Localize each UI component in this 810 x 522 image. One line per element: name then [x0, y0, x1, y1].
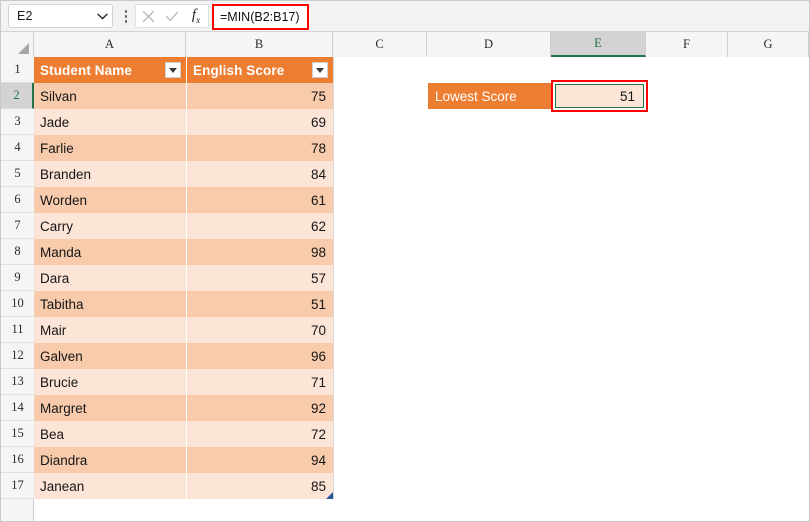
cell-b4[interactable]: 78 — [187, 135, 333, 161]
row-header-17[interactable]: 17 — [1, 473, 34, 499]
cell-a10[interactable]: Tabitha — [34, 291, 186, 317]
table-column-separator — [186, 83, 187, 499]
table-header-student-name: Student Name — [34, 57, 186, 83]
row-header-2[interactable]: 2 — [1, 83, 34, 109]
column-header-b[interactable]: B — [186, 32, 333, 57]
cell-a3[interactable]: Jade — [34, 109, 186, 135]
cell-a17[interactable]: Janean — [34, 473, 186, 499]
column-header-e[interactable]: E — [551, 32, 646, 57]
row-header-5[interactable]: 5 — [1, 161, 34, 187]
cell-b17[interactable]: 85 — [187, 473, 333, 499]
column-header-g[interactable]: G — [728, 32, 809, 57]
row-header-11[interactable]: 11 — [1, 317, 34, 343]
cell-a5[interactable]: Branden — [34, 161, 186, 187]
row-header-6[interactable]: 6 — [1, 187, 34, 213]
cell-a6[interactable]: Worden — [34, 187, 186, 213]
row-header-12[interactable]: 12 — [1, 343, 34, 369]
cell-b2[interactable]: 75 — [187, 83, 333, 109]
kebab-dot — [124, 15, 128, 18]
formula-bar-buttons: fx — [135, 4, 209, 28]
corner-triangle — [18, 43, 29, 54]
filter-arrow — [316, 67, 324, 73]
cell-b5[interactable]: 84 — [187, 161, 333, 187]
cell-a11[interactable]: Mair — [34, 317, 186, 343]
chevron-down-icon[interactable] — [92, 5, 112, 27]
row-header-13[interactable]: 13 — [1, 369, 34, 395]
row-header-8[interactable]: 8 — [1, 239, 34, 265]
lowest-score-label[interactable]: Lowest Score — [428, 83, 551, 109]
row-header-16[interactable]: 16 — [1, 447, 34, 473]
cell-b3[interactable]: 69 — [187, 109, 333, 135]
cell-a12[interactable]: Galven — [34, 343, 186, 369]
cell-b7[interactable]: 62 — [187, 213, 333, 239]
cell-a8[interactable]: Manda — [34, 239, 186, 265]
cell-e2-result[interactable]: 51 — [555, 84, 644, 108]
insert-function-fx-icon[interactable]: fx — [184, 5, 208, 27]
cell-b10[interactable]: 51 — [187, 291, 333, 317]
formula-input[interactable]: =MIN(B2:B17) — [220, 10, 300, 24]
table-resize-handle-icon[interactable] — [326, 492, 333, 499]
cell-b9[interactable]: 57 — [187, 265, 333, 291]
name-box[interactable]: E2 — [8, 4, 113, 28]
column-header-c[interactable]: C — [333, 32, 427, 57]
cell-a15[interactable]: Bea — [34, 421, 186, 447]
formula-annotation-box: =MIN(B2:B17) — [212, 3, 309, 30]
cell-b15[interactable]: 72 — [187, 421, 333, 447]
cell-a14[interactable]: Margret — [34, 395, 186, 421]
more-options-icon[interactable] — [119, 7, 133, 26]
cancel-icon[interactable] — [136, 5, 160, 27]
cell-a16[interactable]: Diandra — [34, 447, 186, 473]
cell-a7[interactable]: Carry — [34, 213, 186, 239]
cell-b6[interactable]: 61 — [187, 187, 333, 213]
row-header-3[interactable]: 3 — [1, 109, 34, 135]
cell-b13[interactable]: 71 — [187, 369, 333, 395]
row-header-9[interactable]: 9 — [1, 265, 34, 291]
cell-b16[interactable]: 94 — [187, 447, 333, 473]
table-right-edge — [333, 57, 334, 499]
cell-b11[interactable]: 70 — [187, 317, 333, 343]
enter-checkmark-icon[interactable] — [160, 5, 184, 27]
column-header-d[interactable]: D — [427, 32, 551, 57]
row-header-14[interactable]: 14 — [1, 395, 34, 421]
cell-b8[interactable]: 98 — [187, 239, 333, 265]
filter-dropdown-icon[interactable] — [165, 62, 181, 78]
select-all-corner-icon[interactable] — [1, 32, 34, 57]
cell-b14[interactable]: 92 — [187, 395, 333, 421]
row-header-7[interactable]: 7 — [1, 213, 34, 239]
kebab-dot — [124, 20, 128, 23]
cell-a9[interactable]: Dara — [34, 265, 186, 291]
name-box-value: E2 — [17, 9, 33, 23]
cell-b12[interactable]: 96 — [187, 343, 333, 369]
row-header-column: 1 2 3 4 5 6 7 8 9 10 11 12 13 14 15 16 1… — [1, 57, 34, 521]
kebab-dot — [124, 10, 128, 13]
cell-a4[interactable]: Farlie — [34, 135, 186, 161]
formula-input-region: =MIN(B2:B17) — [212, 2, 309, 31]
column-header-row: A B C D E F G — [1, 32, 809, 57]
row-header-1[interactable]: 1 — [1, 57, 34, 83]
cell-a13[interactable]: Brucie — [34, 369, 186, 395]
column-header-f[interactable]: F — [646, 32, 728, 57]
formula-bar-strip: E2 fx =MIN(B2:B17) — [1, 1, 809, 32]
row-header-10[interactable]: 10 — [1, 291, 34, 317]
filter-dropdown-icon[interactable] — [312, 62, 328, 78]
excel-window: E2 fx =MIN(B2:B17) A B C D E F G 1 2 3 4… — [0, 0, 810, 522]
worksheet-grid: A B C D E F G 1 2 3 4 5 6 7 8 9 10 11 12… — [1, 32, 809, 521]
row-header-15[interactable]: 15 — [1, 421, 34, 447]
row-header-4[interactable]: 4 — [1, 135, 34, 161]
column-header-a[interactable]: A — [34, 32, 186, 57]
cell-a2[interactable]: Silvan — [34, 83, 186, 109]
filter-arrow — [169, 67, 177, 73]
